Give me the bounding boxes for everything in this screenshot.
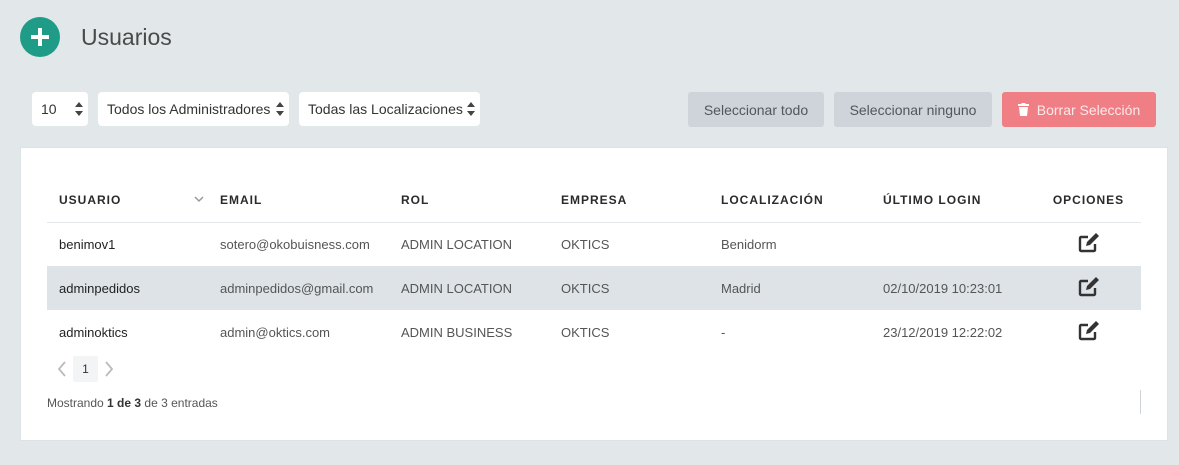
plus-icon: [31, 28, 49, 46]
cell-ultimo-login: [871, 222, 1036, 266]
cell-rol: ADMIN LOCATION: [389, 266, 549, 310]
select-none-button[interactable]: Seleccionar ninguno: [834, 92, 992, 127]
locations-value: Todas las Localizaciones: [308, 101, 463, 117]
column-header-email[interactable]: EMAIL: [208, 179, 389, 223]
cell-email: adminpedidos@gmail.com: [208, 266, 389, 310]
sort-chevron-down-icon: [194, 196, 204, 203]
chevron-right-icon[interactable]: [104, 361, 114, 377]
cell-localizacion: -: [721, 324, 726, 340]
cell-opciones: [1036, 222, 1141, 266]
column-header-usuario[interactable]: USUARIO: [47, 179, 208, 223]
column-header-ultimo-login[interactable]: ÚLTIMO LOGIN: [871, 179, 1036, 223]
add-user-button[interactable]: [20, 17, 60, 57]
table-row[interactable]: adminpedidos adminpedidos@gmail.com ADMI…: [47, 266, 1141, 310]
cell-usuario: adminpedidos: [47, 266, 208, 310]
divider: [1140, 390, 1141, 414]
trash-icon: [1017, 103, 1029, 116]
edit-icon[interactable]: [1078, 232, 1100, 254]
cell-empresa: OKTICS: [549, 266, 709, 310]
column-header-opciones: OPCIONES: [1036, 179, 1141, 223]
select-arrows-icon: [276, 102, 284, 116]
pagination: 1: [57, 356, 114, 382]
cell-email: admin@oktics.com: [220, 324, 331, 340]
delete-selection-button[interactable]: Borrar Selección: [1002, 92, 1156, 127]
administrators-select[interactable]: Todos los Administradores: [98, 92, 289, 126]
cell-rol: ADMIN BUSINESS: [401, 324, 513, 340]
cell-opciones: [1036, 310, 1141, 354]
column-header-rol[interactable]: ROL: [389, 179, 549, 223]
page-title: Usuarios: [81, 24, 172, 50]
column-header-empresa[interactable]: EMPRESA: [549, 179, 709, 223]
cell-opciones: [1036, 266, 1141, 310]
users-card: USUARIO EMAIL ROL EMPRESA LOCALIZACIÓN Ú…: [20, 147, 1168, 441]
column-header-localizacion[interactable]: LOCALIZACIÓN: [709, 179, 871, 223]
table-row[interactable]: adminoktics admin@oktics.com ADMIN BUSIN…: [47, 310, 1141, 354]
cell-rol: ADMIN LOCATION: [401, 236, 512, 252]
administrators-value: Todos los Administradores: [107, 101, 271, 117]
cell-empresa: OKTICS: [561, 236, 610, 252]
cell-localizacion: Benidorm: [721, 236, 777, 252]
cell-ultimo-login: 23/12/2019 12:22:02: [883, 324, 1003, 340]
cell-usuario: adminoktics: [59, 324, 128, 340]
edit-icon[interactable]: [1078, 320, 1100, 342]
locations-select[interactable]: Todas las Localizaciones: [299, 92, 480, 126]
cell-empresa: OKTICS: [561, 324, 610, 340]
table-row[interactable]: benimov1 sotero@okobuisness.com ADMIN LO…: [47, 222, 1141, 266]
select-all-button[interactable]: Seleccionar todo: [688, 92, 824, 127]
users-table: USUARIO EMAIL ROL EMPRESA LOCALIZACIÓN Ú…: [47, 179, 1141, 354]
cell-email: sotero@okobuisness.com: [220, 236, 370, 252]
entries-info: Mostrando 1 de 3 de 3 entradas: [47, 396, 218, 410]
select-arrows-icon: [75, 102, 83, 116]
page-button-1[interactable]: 1: [73, 356, 98, 382]
edit-icon[interactable]: [1078, 276, 1100, 298]
cell-ultimo-login: 02/10/2019 10:23:01: [871, 266, 1036, 310]
delete-selection-label: Borrar Selección: [1036, 101, 1141, 118]
cell-usuario: benimov1: [59, 236, 116, 252]
cell-localizacion: Madrid: [709, 266, 871, 310]
chevron-left-icon[interactable]: [57, 361, 67, 377]
table-header-row: USUARIO EMAIL ROL EMPRESA LOCALIZACIÓN Ú…: [47, 179, 1141, 223]
page-size-value: 10: [41, 101, 57, 117]
page-size-select[interactable]: 10: [32, 92, 88, 126]
select-arrows-icon: [467, 102, 475, 116]
